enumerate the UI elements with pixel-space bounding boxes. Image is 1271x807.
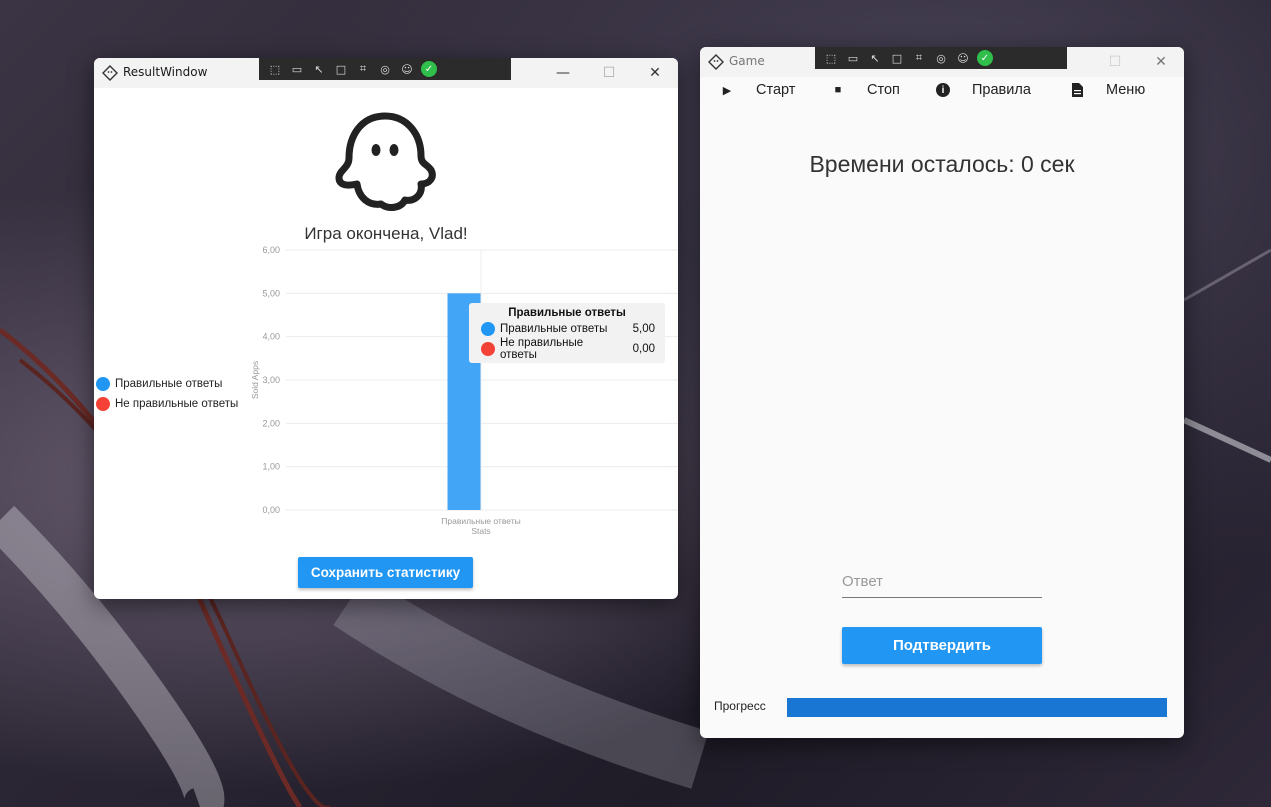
save-statistics-button[interactable]: Сохранить статистику [298, 557, 473, 588]
confirm-button[interactable]: Подтвердить [842, 627, 1042, 664]
answer-input[interactable]: Ответ [842, 573, 1042, 598]
progress-label: Прогресс [714, 699, 766, 713]
accessibility-icon[interactable]: ☺ [955, 50, 971, 66]
y-tick-label-4: 4,00 [262, 332, 280, 342]
game-window: Game ⬚ ▭ ↖ □ ⌗ ◎ ☺ ✓ ☐ ✕ ▶ Старт ■ Стоп … [700, 47, 1184, 738]
chart-tooltip: Правильные ответы Правильные ответы 5,00… [469, 303, 665, 363]
y-tick-label-5: 5,00 [262, 288, 280, 298]
y-axis-label: Sold Apps [250, 361, 260, 399]
maximize-button[interactable]: ☐ [1092, 47, 1138, 77]
layout-icon[interactable]: □ [889, 50, 905, 66]
y-tick-label-3: 3,00 [262, 375, 280, 385]
y-tick-label-6: 6,00 [262, 245, 280, 255]
pointer-icon[interactable]: ↖ [867, 50, 883, 66]
x-tick-label-0: Правильные ответы [441, 516, 520, 526]
debug-toolbar: ⬚ ▭ ↖ □ ⌗ ◎ ☺ ✓ [815, 47, 1067, 69]
tooltip-row-incorrect: Не правильные ответы 0,00 [469, 337, 665, 361]
tooltip-label-correct: Правильные ответы [500, 323, 608, 335]
menu-stop-label: Стоп [867, 82, 900, 98]
legend-dot-incorrect [96, 397, 110, 411]
game-window-title: Game [729, 54, 765, 68]
tooltip-value-incorrect: 0,00 [632, 343, 655, 355]
progress-bar-fill [787, 698, 1167, 717]
menu-rules-label: Правила [972, 82, 1031, 98]
y-tick-label-0: 0,00 [262, 505, 280, 515]
video-icon[interactable]: ▭ [845, 50, 861, 66]
stop-icon: ■ [834, 84, 842, 96]
y-tick-label-2: 2,00 [262, 418, 280, 428]
document-icon [1070, 83, 1084, 97]
tooltip-row-correct: Правильные ответы 5,00 [469, 319, 665, 339]
legend-item-incorrect[interactable]: Не правильные ответы [96, 394, 238, 414]
legend-label-correct: Правильные ответы [115, 378, 223, 390]
menu-rules[interactable]: i Правила [936, 77, 1031, 103]
play-icon: ▶ [722, 84, 732, 97]
legend-label-incorrect: Не правильные ответы [115, 398, 239, 410]
legend-item-correct[interactable]: Правильные ответы [96, 374, 238, 394]
menu-stop[interactable]: ■ Стоп [831, 77, 900, 103]
y-tick-label-1: 1,00 [262, 462, 280, 472]
hot-reload-icon[interactable]: ◎ [933, 50, 949, 66]
game-menubar: ▶ Старт ■ Стоп i Правила Меню [700, 77, 1184, 103]
app-logo-icon [708, 54, 724, 70]
tooltip-label-incorrect: Не правильные ответы [500, 337, 584, 361]
check-icon[interactable]: ✓ [977, 50, 993, 66]
legend-dot-correct [96, 377, 110, 391]
menu-main-label: Меню [1106, 82, 1146, 98]
tooltip-value-correct: 5,00 [632, 323, 655, 335]
tooltip-title: Правильные ответы [508, 307, 626, 319]
progress-bar [787, 698, 1167, 717]
x-axis-label: Stats [471, 526, 490, 536]
info-icon: i [936, 83, 950, 97]
menu-start[interactable]: ▶ Старт [720, 77, 796, 103]
chart-legend: Правильные ответы Не правильные ответы [96, 374, 238, 414]
menu-start-label: Старт [756, 82, 796, 98]
tooltip-dot-correct [481, 322, 495, 336]
close-button[interactable]: ✕ [1138, 47, 1184, 77]
time-remaining-label: Времени осталось: 0 сек [809, 151, 1075, 177]
game-titlebar[interactable]: Game ⬚ ▭ ↖ □ ⌗ ◎ ☺ ✓ ☐ ✕ [700, 47, 1184, 77]
select-element-icon[interactable]: ⬚ [823, 50, 839, 66]
adorner-icon[interactable]: ⌗ [911, 50, 927, 66]
menu-main[interactable]: Меню [1070, 77, 1145, 103]
tooltip-dot-incorrect [481, 342, 495, 356]
result-window: ResultWindow ⬚ ▭ ↖ □ ⌗ ◎ ☺ ✓ — ☐ ✕ Игра … [94, 58, 678, 599]
